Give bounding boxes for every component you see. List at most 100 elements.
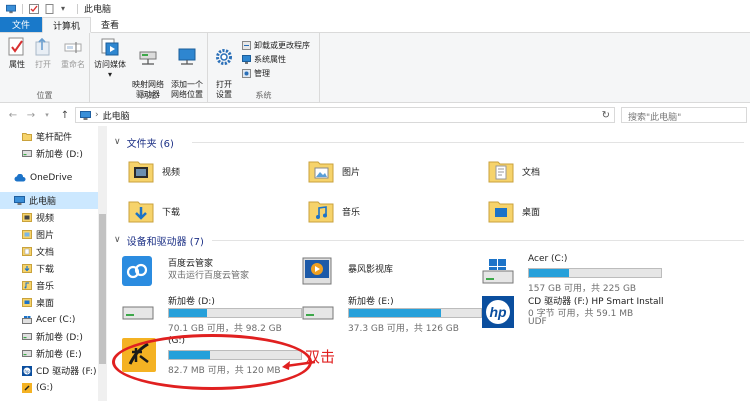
tab-computer[interactable]: 计算机 [42,17,92,33]
svg-text:hp: hp [24,368,30,373]
music-folder-icon [308,201,334,223]
properties-button[interactable]: 属性 [4,37,30,70]
device-d-drive[interactable]: 新加卷 (D:) 70.1 GB 可用，共 98.2 GB [122,294,312,334]
chevron-down-icon[interactable]: ∨ [114,235,121,245]
ribbon: 属性 打开 重命名 位置 访问媒体 ▾ 映射网络 驱动器 添加一个 网络位置 网… [0,33,750,103]
sidebar-item-label: 新加卷 (E:) [36,350,82,360]
sidebar-item-music[interactable]: 音乐 [0,277,98,294]
sidebar-item-videos[interactable]: 视频 [0,209,98,226]
sidebar-item-onedrive[interactable]: OneDrive [0,169,98,186]
forward-button[interactable]: → [24,110,38,121]
hp-cd-icon: hp [22,365,32,376]
sidebar-item-pen-accessories[interactable]: 笔杆配件 [0,128,98,145]
device-c-drive[interactable]: Acer (C:) 157 GB 可用，共 225 GB [482,254,672,294]
folder-desktop[interactable]: 桌面 [488,198,540,224]
refresh-icon[interactable]: ↻ [602,110,610,121]
folder-documents[interactable]: 文档 [488,158,540,184]
device-baidu-cloud[interactable]: 百度云管家 双击运行百度云管家 [122,254,292,288]
tab-file[interactable]: 文件 [0,17,43,32]
sidebar-item-g-drive[interactable]: (G:) [0,379,98,396]
search-input[interactable]: 搜索"此电脑" [621,107,747,123]
folders-section-title: 文件夹 (6) [126,138,174,150]
sidebar-item-desktop[interactable]: 桌面 [0,294,98,311]
device-e-drive[interactable]: 新加卷 (E:) 37.3 GB 可用，共 126 GB [302,294,492,334]
title-separator [22,3,23,14]
sidebar-scrollbar-thumb[interactable] [99,214,106,364]
open-button[interactable]: 打开 [32,37,54,70]
system-properties-button[interactable]: 系统属性 [242,54,286,65]
section-divider [212,240,744,241]
sidebar-scrollbar[interactable] [98,126,107,401]
network-location-icon [178,48,196,65]
sidebar-item-downloads[interactable]: 下载 [0,260,98,277]
device-name: 暴风影视库 [348,265,394,275]
manage-icon [242,69,251,78]
window-title: 此电脑 [84,5,112,15]
sidebar-item-documents[interactable]: 文档 [0,243,98,260]
usage-bar [528,268,662,278]
sidebar-item-e-drive[interactable]: 新加卷 (E:) [0,345,98,362]
cloud-icon [14,173,26,181]
sidebar-item-f-drive[interactable]: hp CD 驱动器 (F:) H [0,362,98,379]
sidebar-item-label: CD 驱动器 (F:) H [36,367,98,377]
recent-locations-button[interactable]: ▾ [40,111,54,119]
sidebar-item-d-drive[interactable]: 新加卷 (D:) [0,145,98,162]
usage-bar [348,308,482,318]
sidebar-item-d-drive-2[interactable]: 新加卷 (D:) [0,328,98,345]
breadcrumb-this-pc[interactable]: 此电脑 [103,109,130,122]
computer-icon [6,4,16,13]
folder-pictures[interactable]: 图片 [308,158,360,184]
folder-label: 视频 [162,167,181,178]
sidebar-item-label: Acer (C:) [36,314,76,325]
sidebar-item-label: 音乐 [36,282,55,292]
system-properties-icon [242,55,251,64]
documents-folder-icon [22,247,32,256]
manage-button[interactable]: 管理 [242,68,270,79]
section-divider [192,142,744,143]
folder-downloads[interactable]: 下载 [128,198,180,224]
back-button[interactable]: ← [6,110,20,121]
chevron-down-icon[interactable]: ∨ [114,137,121,147]
sidebar-item-this-pc[interactable]: 此电脑 [0,192,98,209]
sidebar-item-pictures[interactable]: 图片 [0,226,98,243]
access-media-button[interactable]: 访问媒体 ▾ [92,37,128,80]
sidebar-item-label: 图片 [36,231,55,241]
drive-icon [22,150,32,157]
tab-view[interactable]: 查看 [91,17,129,32]
uninstall-programs-button[interactable]: 卸载或更改程序 [242,40,310,51]
drive-icon [22,350,32,357]
device-info: 37.3 GB 可用，共 126 GB [348,324,459,334]
media-icon [101,38,119,56]
open-icon [35,37,50,56]
hp-cd-icon: hp [482,296,514,328]
usage-bar-fill [349,309,442,317]
desktop-folder-icon [22,298,32,307]
title-separator [77,3,78,14]
devices-section-header[interactable]: ∨ 设备和驱动器 (7) [114,232,204,248]
sidebar-item-label: OneDrive [30,172,73,183]
ribbon-group-system: 打开 设置 卸载或更改程序 系统属性 管理 系统 [208,33,320,103]
device-f-cd-drive[interactable]: hp CD 驱动器 (F:) HP Smart Install 0 字节 可用，… [482,294,682,344]
usb-drive-icon [22,382,32,393]
breadcrumb-separator-icon[interactable]: › [95,110,99,120]
up-button[interactable]: ↑ [58,110,72,121]
new-folder-quick-icon[interactable] [45,3,55,14]
device-info: 157 GB 可用，共 225 GB [528,284,637,294]
folder-videos[interactable]: 视频 [128,158,180,184]
properties-quick-icon[interactable] [29,3,39,14]
rename-button[interactable]: 重命名 [58,37,88,70]
group-label-location: 位置 [36,91,53,100]
device-name: Acer (C:) [528,254,568,264]
manage-label: 管理 [254,69,270,78]
ribbon-group-network: 访问媒体 ▾ 映射网络 驱动器 添加一个 网络位置 网络 [90,33,208,103]
sidebar-item-c-drive[interactable]: Acer (C:) [0,311,98,328]
music-folder-icon [22,281,32,290]
folders-section-header[interactable]: ∨ 文件夹 (6) [114,134,174,150]
access-media-label: 访问媒体 [94,60,126,69]
folder-music[interactable]: 音乐 [308,198,360,224]
address-bar[interactable]: › 此电脑 ↻ [75,107,615,123]
properties-label: 属性 [9,60,25,69]
quick-access-dropdown-icon[interactable]: ▾ [61,4,71,14]
folder-label: 下载 [162,207,181,218]
device-baofeng[interactable]: 暴风影视库 [302,254,472,288]
